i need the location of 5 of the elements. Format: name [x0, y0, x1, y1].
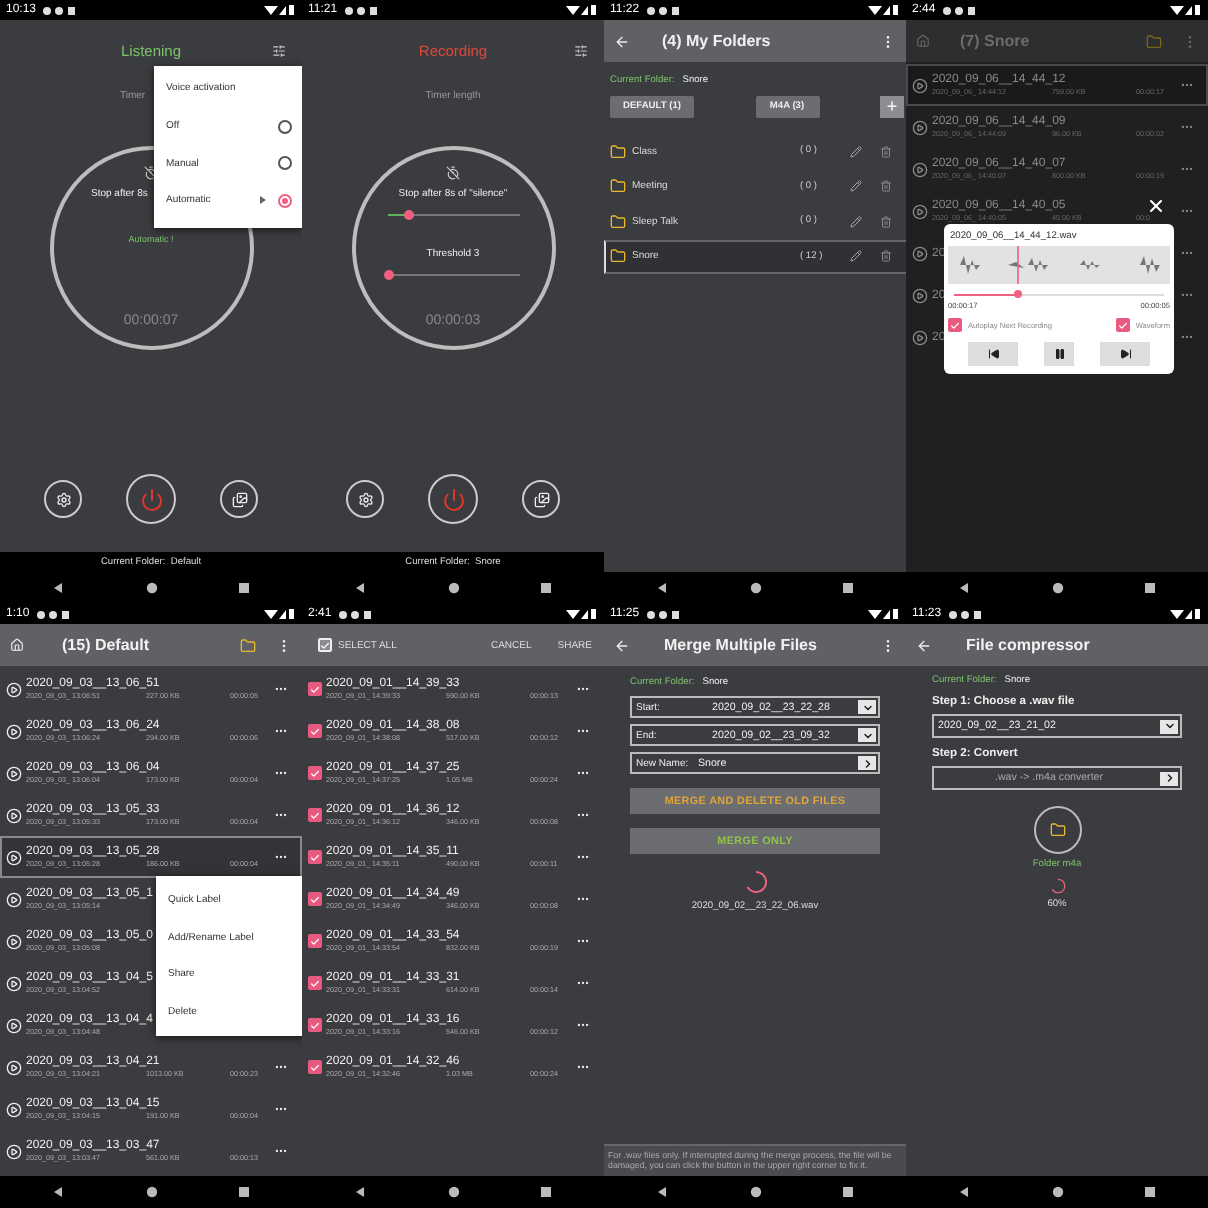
screen-title: (15) Default — [62, 636, 150, 654]
screen-title: File compressor — [966, 636, 1090, 654]
screen-title: Merge Multiple Files — [664, 636, 817, 654]
screen-title: (7) Snore — [960, 32, 1030, 50]
screen-title: (4) My Folders — [662, 32, 771, 50]
